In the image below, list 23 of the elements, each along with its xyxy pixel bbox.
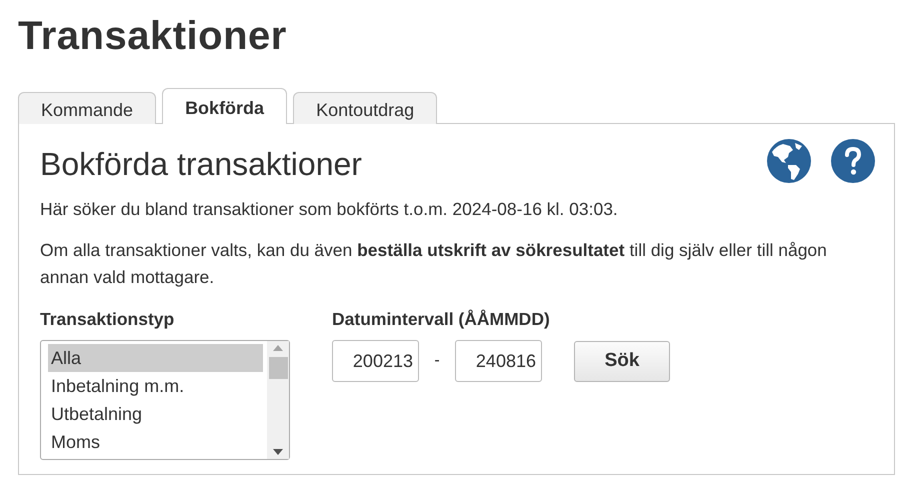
date-to-field[interactable]: 240816 [455, 340, 542, 382]
print-note: Om alla transaktioner valts, kan du även beställa utskrift av sökresultatet till dig själv eller till någon annan vald mottagare. [40, 239, 828, 289]
scrollbar[interactable] [267, 341, 289, 459]
intro-text: Här söker du bland transaktioner som bokförts t.o.m. 2024-08-16 kl. 03:03. [40, 198, 619, 221]
globe-icon[interactable] [766, 138, 812, 184]
transaction-type-list[interactable]: Alla Inbetalning m.m. Utbetalning Moms [40, 340, 290, 460]
help-icon[interactable] [830, 138, 876, 184]
tab[interactable]: Kommande [18, 92, 156, 124]
field-label: Transaktionstyp [40, 309, 176, 330]
scroll-thumb[interactable] [268, 357, 288, 379]
list-option[interactable]: Alla [48, 344, 263, 372]
range-separator: - [433, 352, 441, 370]
search-button[interactable]: Sök [574, 340, 670, 382]
tab[interactable]: Bokförda [162, 88, 288, 124]
date-from-field[interactable]: 200213 [332, 340, 419, 382]
tab[interactable]: Kontoutdrag [293, 92, 438, 124]
page-title: Transaktioner [18, 14, 288, 59]
list-option[interactable]: Moms [48, 428, 263, 456]
scroll-down-icon[interactable] [273, 449, 283, 455]
field-label: Datumintervall (ÅÅMMDD) [332, 309, 551, 330]
panel-heading: Bokförda transaktioner [40, 146, 362, 182]
list-option[interactable]: Inbetalning m.m. [48, 372, 263, 400]
list-option[interactable]: Utbetalning [48, 400, 263, 428]
